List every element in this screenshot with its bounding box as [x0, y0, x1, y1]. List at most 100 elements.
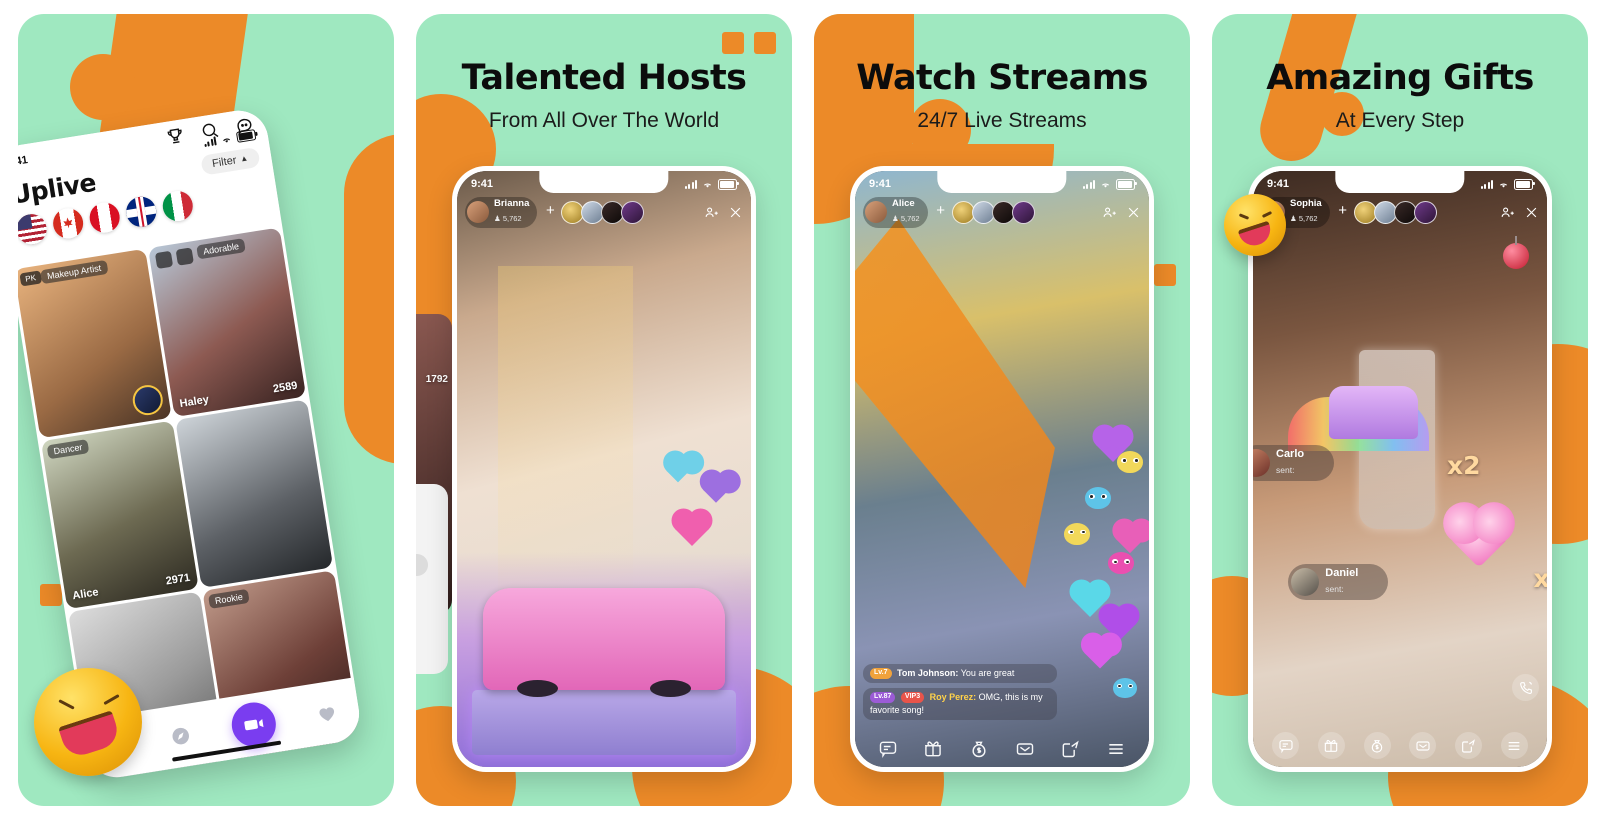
gift-action-label: sent:: [1325, 584, 1344, 595]
signal-icon: [1082, 179, 1095, 189]
panel-header: Watch Streams 24/7 Live Streams: [814, 58, 1190, 133]
coins-icon[interactable]: [969, 739, 989, 759]
chat-message: Lv.87 VIP3 Roy Perez: OMG, this is my fa…: [863, 687, 1058, 720]
laughing-emoji-sticker: [34, 668, 142, 776]
status-time: 9:41: [869, 178, 892, 190]
chat-text: You are great: [960, 667, 1015, 678]
mail-icon[interactable]: [1015, 739, 1035, 759]
trophy-icon[interactable]: [164, 125, 186, 147]
phone-screen: 9:41 Alice ♟ 5,762 + Lv.7 Tom Johnson: Y…: [855, 171, 1149, 767]
phone-mockup-stream: 9:41 Brianna ♟ 5,762 +: [452, 166, 756, 772]
avatar: [1253, 449, 1270, 477]
live-card[interactable]: Dancer Alice 2971: [40, 420, 199, 610]
call-icon[interactable]: [1512, 674, 1539, 701]
gift-icon[interactable]: [923, 739, 943, 759]
status-time: 9:41: [1267, 178, 1290, 190]
host-info-chip[interactable]: Brianna ♟ 5,762: [465, 197, 538, 228]
page-subtitle: 24/7 Live Streams: [814, 109, 1190, 133]
audio-wave-icon: [175, 247, 194, 266]
chevron-up-icon: ▲: [239, 153, 249, 164]
page-subtitle: From All Over The World: [488, 109, 720, 132]
share-icon[interactable]: [1454, 732, 1482, 759]
phone-screen: 9:41 Sophia ♟ 5,762 + Carlo sent: x2 Dan…: [1253, 171, 1547, 767]
share-icon[interactable]: [1060, 739, 1080, 759]
pink-car-gift-animation: [483, 588, 725, 697]
viewer-avatar-list[interactable]: [951, 200, 1035, 224]
host-viewer-count: ♟ 5,762: [1290, 213, 1318, 223]
phone-notch: [937, 171, 1067, 193]
flag-peru[interactable]: [87, 200, 122, 235]
card-tag: Rookie: [208, 589, 250, 610]
subtitle-highlight: 24/7: [917, 109, 959, 132]
card-viewer-count: 2971: [164, 572, 192, 588]
orange-rail-decoration: [344, 134, 394, 464]
follow-add-button[interactable]: +: [933, 203, 949, 220]
orange-square-decoration: [722, 32, 744, 54]
live-card[interactable]: PK Makeup Artist: [18, 248, 172, 439]
stream-bottom-nav: [855, 739, 1149, 759]
car-gift-animation: [1329, 385, 1418, 440]
discover-icon[interactable]: [168, 724, 193, 749]
coins-icon[interactable]: [1363, 732, 1391, 759]
partial-card-secondary: [416, 484, 448, 674]
add-person-icon[interactable]: [1500, 205, 1515, 220]
card-viewer-count: 1792: [425, 374, 448, 385]
stream-chat-list[interactable]: Lv.7 Tom Johnson: You are great Lv.87 VI…: [863, 663, 1058, 725]
follow-add-button[interactable]: +: [542, 203, 558, 220]
card-tag: Adorable: [196, 238, 246, 260]
menu-icon[interactable]: [1106, 739, 1126, 759]
signal-icon: [1480, 179, 1493, 189]
chat-icon[interactable]: [1272, 732, 1300, 759]
add-person-icon[interactable]: [1102, 205, 1117, 220]
red-balloon-decoration: [1503, 235, 1530, 269]
phone-notch: [539, 171, 669, 193]
phone-notch: [1335, 171, 1465, 193]
heart-icon[interactable]: [315, 700, 340, 725]
host-info-chip[interactable]: Alice ♟ 5,762: [863, 197, 928, 228]
viewer-avatar-list[interactable]: [1353, 200, 1437, 224]
filter-button[interactable]: Filter ▲: [199, 146, 261, 176]
filter-label: Filter: [211, 153, 238, 170]
add-person-icon[interactable]: [704, 205, 719, 220]
menu-icon[interactable]: [1500, 732, 1528, 759]
avatar: [1011, 200, 1035, 224]
gift-multiplier: x2: [1447, 451, 1481, 481]
flag-canada[interactable]: [50, 206, 86, 241]
pk-badge: PK: [19, 270, 42, 287]
winking-emoji-sticker: [1224, 194, 1286, 256]
close-icon[interactable]: [728, 205, 743, 220]
screenshot-gallery: 9:41 Uplive Filter ▲ PK Makeup Artist Ad…: [0, 0, 1606, 834]
gift-icon[interactable]: [1317, 732, 1345, 759]
panel-talented-hosts: Talented Hosts From All Over The World 1…: [416, 14, 792, 806]
gift-notification: Daniel sent:: [1288, 564, 1389, 601]
subtitle-rest: Live Streams: [964, 109, 1087, 132]
blob-emoji-sticker: [1084, 486, 1111, 509]
avatar: [416, 554, 428, 576]
avatar: [1291, 568, 1320, 597]
panel-watch-streams: Watch Streams 24/7 Live Streams 9:41 Ali…: [814, 14, 1190, 806]
card-tag: Dancer: [46, 438, 90, 459]
flag-united-states[interactable]: [18, 212, 49, 247]
live-card[interactable]: [175, 398, 334, 589]
viewer-avatar-list[interactable]: [561, 200, 645, 224]
orange-square-decoration: [1154, 264, 1176, 286]
flag-united-kingdom[interactable]: [124, 194, 159, 229]
signal-icon: [684, 179, 697, 189]
blob-emoji-sticker: [1117, 451, 1144, 474]
light-beam-effect: [498, 266, 634, 601]
live-card[interactable]: Adorable Haley 2589: [148, 227, 307, 417]
flag-italy[interactable]: [160, 188, 195, 224]
mail-icon[interactable]: [1409, 732, 1437, 759]
status-time: 9:41: [471, 178, 494, 190]
card-host-name: Alice: [71, 586, 100, 603]
follow-add-button[interactable]: +: [1335, 203, 1351, 220]
blob-emoji-sticker: [1064, 522, 1091, 545]
battery-icon: [1116, 178, 1137, 190]
close-icon[interactable]: [1524, 205, 1539, 220]
card-tag: Makeup Artist: [40, 259, 109, 285]
call-button[interactable]: [1512, 674, 1539, 701]
close-icon[interactable]: [1126, 205, 1141, 220]
gift-sender-name: Daniel: [1325, 567, 1359, 580]
gift-action-label: sent:: [1276, 465, 1295, 476]
chat-icon[interactable]: [878, 739, 898, 759]
